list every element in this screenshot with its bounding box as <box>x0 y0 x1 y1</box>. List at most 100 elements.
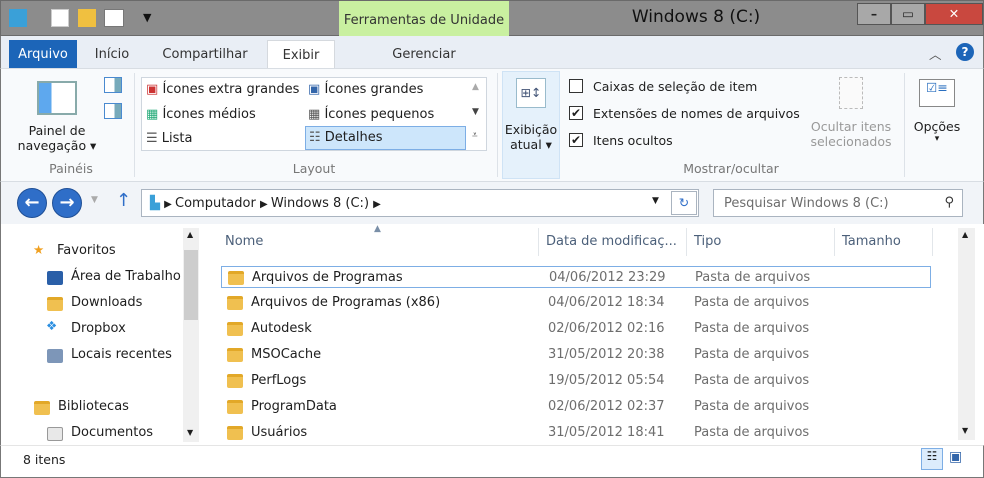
gallery-up-icon[interactable]: ▲ <box>472 82 479 92</box>
nav-scrollbar[interactable]: ▲ ▼ <box>183 228 199 442</box>
navigation-pane: ★ Favoritos Área de Trabalho Downloads ❖… <box>0 224 200 445</box>
layout-extra-large[interactable]: ▣ Ícones extra grandes <box>146 82 299 97</box>
file-row[interactable]: Arquivos de Programas (x86) 04/06/2012 18… <box>221 292 931 314</box>
nav-documentos[interactable]: Documentos <box>71 425 153 440</box>
breadcrumb-separator-icon[interactable]: ▶ <box>260 199 271 210</box>
file-date: 31/05/2012 20:38 <box>548 347 665 362</box>
search-icon[interactable]: ⚲ <box>944 195 954 210</box>
checkbox-checked[interactable]: ✔ <box>569 133 583 147</box>
navigation-pane-button[interactable]: Painel de navegação ▾ <box>15 77 99 157</box>
forward-button[interactable]: → <box>52 188 82 218</box>
libraries-icon <box>34 401 50 415</box>
breadcrumb-drive[interactable]: Windows 8 (C:) <box>271 196 369 211</box>
file-name: ProgramData <box>251 399 337 414</box>
tab-exibir[interactable]: Exibir <box>267 40 335 68</box>
file-date: 31/05/2012 18:41 <box>548 425 665 440</box>
help-icon[interactable]: ? <box>956 43 974 61</box>
nav-area-de-trabalho[interactable]: Área de Trabalho <box>71 269 181 284</box>
layout-large[interactable]: ▣ Ícones grandes <box>308 82 423 97</box>
file-row[interactable]: Usuários 31/05/2012 18:41 Pasta de arquivo… <box>221 422 931 444</box>
file-row[interactable]: Autodesk 02/06/2012 02:16 Pasta de arquivo… <box>221 318 931 340</box>
maximize-button[interactable]: ▭ <box>891 3 925 25</box>
recent-dropdown-icon[interactable]: ▼ <box>91 195 98 205</box>
nav-favoritos[interactable]: Favoritos <box>57 243 116 258</box>
preview-pane-icon[interactable] <box>104 77 122 93</box>
up-button[interactable]: ↑ <box>116 190 131 211</box>
search-input[interactable]: Pesquisar Windows 8 (C:) ⚲ <box>713 189 963 217</box>
refresh-button[interactable]: ↻ <box>671 191 697 215</box>
nav-locais-recentes[interactable]: Locais recentes <box>71 347 172 362</box>
divider <box>134 73 135 177</box>
customize-qat-icon[interactable]: ▼ <box>143 11 151 24</box>
folder-icon <box>227 400 243 414</box>
close-button[interactable]: ✕ <box>925 3 983 25</box>
scroll-thumb[interactable] <box>184 250 198 320</box>
file-type: Pasta de arquivos <box>694 373 810 388</box>
hide-selected-button[interactable]: Ocultar itens selecionados <box>803 77 899 149</box>
nav-bibliotecas[interactable]: Bibliotecas <box>58 399 129 414</box>
address-bar-row: ← → ▼ ↑ ▙ ▶ Computador ▶ Windows 8 (C:) … <box>0 182 984 224</box>
window-title: Windows 8 (C:) <box>631 7 761 27</box>
current-view-button[interactable]: ⊞↕ Exibição atual ▾ <box>502 71 560 179</box>
column-header-data[interactable]: Data de modificaç... <box>546 234 677 249</box>
nav-downloads[interactable]: Downloads <box>71 295 142 310</box>
checkbox-hidden-items[interactable]: ✔ Itens ocultos <box>569 133 673 148</box>
file-row[interactable]: Arquivos de Programas 04/06/2012 23:29 Pas… <box>221 266 931 288</box>
tab-compartilhar[interactable]: Compartilhar <box>147 40 263 68</box>
gallery-down-icon[interactable]: ▼ <box>472 107 479 117</box>
layout-details[interactable]: ☷ Detalhes <box>305 126 466 150</box>
file-date: 02/06/2012 02:16 <box>548 321 665 336</box>
collapse-ribbon-icon[interactable]: ︿ <box>929 44 942 63</box>
properties-icon[interactable] <box>51 9 69 27</box>
file-type: Pasta de arquivos <box>694 425 810 440</box>
breadcrumb-separator-icon[interactable]: ▶ <box>164 199 175 210</box>
file-row[interactable]: ProgramData 02/06/2012 02:37 Pasta de arqu… <box>221 396 931 418</box>
group-label-mostrar: Mostrar/ocultar <box>683 161 779 176</box>
details-pane-icon[interactable] <box>104 103 122 119</box>
file-name: MSOCache <box>251 347 322 362</box>
tab-inicio[interactable]: Início <box>81 40 143 68</box>
title-bar: ▼ Ferramentas de Unidade Windows 8 (C:) … <box>0 0 984 37</box>
back-button[interactable]: ← <box>17 188 47 218</box>
list-scrollbar[interactable]: ▲ ▼ <box>958 228 975 440</box>
scroll-up-icon: ▲ <box>962 230 969 239</box>
new-folder-icon[interactable] <box>78 9 96 27</box>
minimize-button[interactable]: – <box>857 3 891 25</box>
tab-gerenciar[interactable]: Gerenciar <box>339 40 509 68</box>
group-label-paineis: Painéis <box>49 161 93 176</box>
checkbox[interactable] <box>569 79 583 93</box>
current-view-label: Exibição <box>504 122 558 137</box>
layout-small[interactable]: ▦ Ícones pequenos <box>308 107 434 122</box>
details-view-button[interactable]: ☷ <box>921 448 943 470</box>
breadcrumb-computador[interactable]: Computador <box>175 196 256 211</box>
checkbox-qat-icon[interactable] <box>104 9 124 27</box>
layout-medium[interactable]: ▦ Ícones médios <box>146 107 256 122</box>
tab-arquivo[interactable]: Arquivo <box>9 40 77 68</box>
checkbox-file-extensions[interactable]: ✔ Extensões de nomes de arquivos <box>569 106 800 121</box>
file-type: Pasta de arquivos <box>694 347 810 362</box>
large-icons-view-button[interactable]: ▣ <box>949 449 962 465</box>
column-header-nome[interactable]: Nome <box>225 234 263 249</box>
group-label-layout: Layout <box>292 161 336 176</box>
file-row[interactable]: MSOCache 31/05/2012 20:38 Pasta de arquivo… <box>221 344 931 366</box>
column-header-tipo[interactable]: Tipo <box>694 234 721 249</box>
folder-icon <box>227 322 243 336</box>
address-input[interactable]: ▙ ▶ Computador ▶ Windows 8 (C:) ▶ ▼ <box>141 189 699 217</box>
file-row[interactable]: PerfLogs 19/05/2012 05:54 Pasta de arquivo… <box>221 370 931 392</box>
column-header-tamanho[interactable]: Tamanho <box>842 234 901 249</box>
scroll-up-icon: ▲ <box>187 230 194 239</box>
star-icon: ★ <box>33 242 45 257</box>
options-button[interactable]: ☑≡ Opções ▾ <box>907 79 967 144</box>
breadcrumb-separator-icon[interactable]: ▶ <box>373 199 381 210</box>
file-list: ▲ Nome Data de modificaç... Tipo Tamanho… <box>204 224 956 445</box>
address-dropdown-icon[interactable]: ▼ <box>652 196 659 206</box>
checkbox-item-selection[interactable]: Caixas de seleção de item <box>569 79 757 94</box>
gallery-expand-icon[interactable]: ⩡ <box>472 130 478 141</box>
nav-dropbox[interactable]: Dropbox <box>71 321 126 336</box>
ribbon: Painel de navegação ▾ Painéis ▣ Ícones e… <box>0 68 984 182</box>
layout-list[interactable]: ☰ Lista <box>146 131 193 146</box>
checkbox-checked[interactable]: ✔ <box>569 106 583 120</box>
explorer-icon <box>9 9 27 27</box>
nav-pane-label2: navegação ▾ <box>17 138 97 153</box>
file-name: Usuários <box>251 425 308 440</box>
